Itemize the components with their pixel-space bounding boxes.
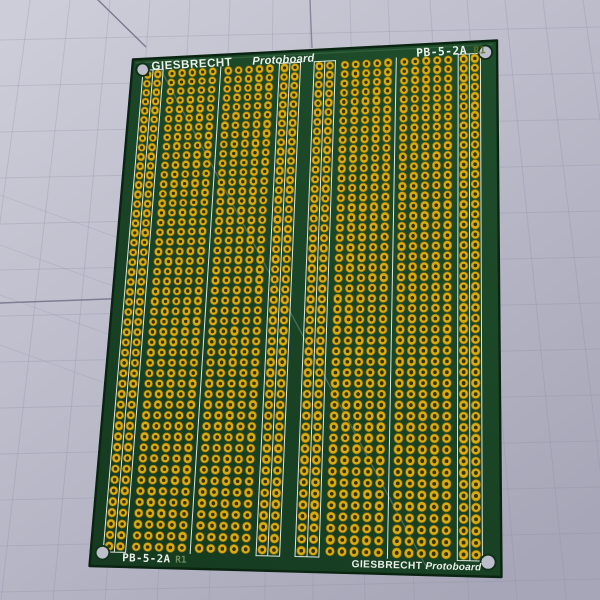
mounting-hole	[137, 64, 148, 75]
silk-text-part-number-bottom: PB-5-2A	[122, 551, 171, 565]
silk-text-brand-bottom: GIESBRECHT	[351, 559, 422, 572]
pcb-board[interactable]: GIESBRECHT Protoboard PB-5-2A R1 PB-5-2A…	[88, 39, 503, 579]
ref-designator-top: R1	[473, 45, 486, 57]
mounting-hole	[96, 546, 109, 559]
silk-text-product-bottom: Protoboard	[425, 561, 482, 573]
ref-designator-bottom: R1	[175, 555, 187, 566]
pcb-3d-viewport[interactable]: GIESBRECHT Protoboard PB-5-2A R1 PB-5-2A…	[0, 0, 600, 600]
scene-canvas[interactable]: GIESBRECHT Protoboard PB-5-2A R1 PB-5-2A…	[0, 0, 600, 600]
silk-text-part-number-top: PB-5-2A	[416, 43, 467, 60]
mounting-hole	[481, 555, 495, 569]
